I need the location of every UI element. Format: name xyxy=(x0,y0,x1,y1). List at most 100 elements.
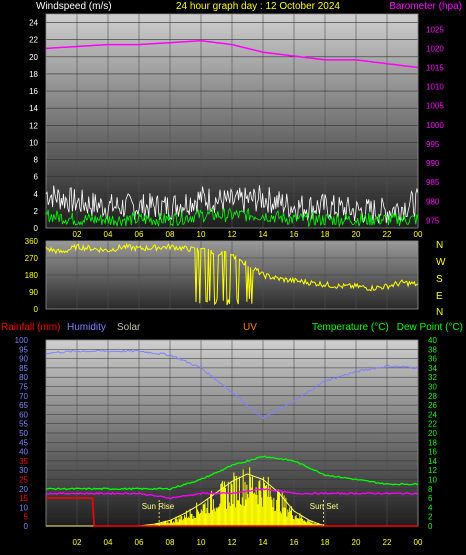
sunrise-annotation: Sun Rise xyxy=(142,502,175,511)
temperature-tick-label: 10 xyxy=(428,476,437,485)
x-tick-label: 20 xyxy=(352,538,361,547)
temperature-tick-label: 38 xyxy=(428,345,437,354)
x-tick-label: 12 xyxy=(228,230,237,239)
x-tick-label: 18 xyxy=(321,538,330,547)
wind-tick-label: 0 xyxy=(34,224,39,233)
temperature-tick-label: 8 xyxy=(428,485,433,494)
temperature-tick-label: 22 xyxy=(428,420,437,429)
temperature-tick-label: 20 xyxy=(428,429,437,438)
x-tick-label: 16 xyxy=(290,538,299,547)
x-tick-label: 14 xyxy=(259,538,268,547)
barometer-tick-label: 985 xyxy=(426,178,440,187)
x-tick-label: 04 xyxy=(104,230,113,239)
temperature-tick-label: 6 xyxy=(428,494,433,503)
barometer-tick-label: 1025 xyxy=(426,25,444,34)
wind-tick-label: 10 xyxy=(29,138,38,147)
x-tick-label: 18 xyxy=(321,230,330,239)
temperature-tick-label: 14 xyxy=(428,457,437,466)
rain-humidity-tick-label: 60 xyxy=(19,410,28,419)
direction-tick-label: 360 xyxy=(25,237,39,246)
x-tick-label: 00 xyxy=(414,230,423,239)
x-tick-label: 02 xyxy=(73,538,82,547)
temperature-tick-label: 28 xyxy=(428,392,437,401)
barometer-tick-label: 1005 xyxy=(426,102,444,111)
rain-humidity-tick-label: 55 xyxy=(19,420,28,429)
direction-tick-label: 90 xyxy=(29,288,38,297)
rainfall-legend: Rainfall (mm) xyxy=(1,322,60,333)
x-tick-label: 20 xyxy=(352,230,361,239)
solar-legend: Solar xyxy=(117,322,141,333)
rain-humidity-tick-label: 45 xyxy=(19,438,28,447)
temperature-tick-label: 32 xyxy=(428,373,437,382)
chart-title: 24 hour graph day : 12 October 2024 xyxy=(176,1,340,12)
compass-s: S xyxy=(436,274,443,285)
uv-legend: UV xyxy=(243,322,257,333)
temperature-tick-label: 12 xyxy=(428,466,437,475)
x-tick-label: 10 xyxy=(197,538,206,547)
wind-tick-label: 18 xyxy=(29,70,38,79)
compass-n-top: N xyxy=(436,240,443,251)
wind-tick-label: 24 xyxy=(29,19,38,28)
temperature-tick-label: 16 xyxy=(428,448,437,457)
wind-tick-label: 16 xyxy=(29,87,38,96)
x-tick-label: 12 xyxy=(228,538,237,547)
rain-humidity-tick-label: 70 xyxy=(19,392,28,401)
temperature-tick-label: 2 xyxy=(428,513,433,522)
x-tick-label: 08 xyxy=(166,230,175,239)
barometer-tick-label: 975 xyxy=(426,216,440,225)
barometer-tick-label: 1020 xyxy=(426,44,444,53)
direction-tick-label: 0 xyxy=(34,305,39,314)
rain-humidity-tick-label: 75 xyxy=(19,383,28,392)
rain-humidity-tick-label: 80 xyxy=(19,373,28,382)
barometer-tick-label: 980 xyxy=(426,197,440,206)
x-tick-label: 22 xyxy=(383,230,392,239)
barometer-tick-label: 1010 xyxy=(426,83,444,92)
temperature-tick-label: 18 xyxy=(428,438,437,447)
weather-graph: Windspeed (m/s) 24 hour graph day : 12 O… xyxy=(1,1,463,547)
barometer-tick-label: 990 xyxy=(426,159,440,168)
temperature-tick-label: 26 xyxy=(428,401,437,410)
wind-tick-label: 12 xyxy=(29,121,38,130)
rain-humidity-tick-label: 15 xyxy=(19,494,28,503)
barometer-tick-label: 1015 xyxy=(426,64,444,73)
windspeed-axis-label: Windspeed (m/s) xyxy=(36,1,112,12)
temperature-tick-label: 36 xyxy=(428,355,437,364)
wind-tick-label: 8 xyxy=(34,156,39,165)
x-tick-label: 16 xyxy=(290,230,299,239)
wind-tick-label: 4 xyxy=(34,190,39,199)
barometer-tick-label: 1000 xyxy=(426,121,444,130)
rain-humidity-tick-label: 90 xyxy=(19,355,28,364)
sunset-annotation: Sun Set xyxy=(310,502,339,511)
wind-tick-label: 22 xyxy=(29,36,38,45)
wind-tick-label: 14 xyxy=(29,104,38,113)
x-tick-label: 06 xyxy=(135,538,144,547)
temperature-legend: Temperature (°C) xyxy=(312,322,389,333)
compass-e: E xyxy=(436,291,443,302)
wind-tick-label: 20 xyxy=(29,53,38,62)
rain-humidity-tick-label: 65 xyxy=(19,401,28,410)
rain-humidity-tick-label: 95 xyxy=(19,345,28,354)
compass-w: W xyxy=(436,257,446,268)
wind-tick-label: 6 xyxy=(34,173,39,182)
x-tick-label: 14 xyxy=(259,230,268,239)
direction-tick-label: 180 xyxy=(25,271,39,280)
x-tick-label: 10 xyxy=(197,230,206,239)
temperature-tick-label: 30 xyxy=(428,383,437,392)
humidity-legend: Humidity xyxy=(67,322,106,333)
compass-n-bottom: N xyxy=(436,307,443,318)
rain-humidity-tick-label: 0 xyxy=(24,522,29,531)
rain-humidity-tick-label: 40 xyxy=(19,448,28,457)
x-tick-label: 08 xyxy=(166,538,175,547)
rain-humidity-tick-label: 20 xyxy=(19,485,28,494)
x-tick-label: 02 xyxy=(73,230,82,239)
temperature-tick-label: 0 xyxy=(428,522,433,531)
temperature-tick-label: 4 xyxy=(428,503,433,512)
rain-humidity-tick-label: 5 xyxy=(24,513,29,522)
x-tick-label: 04 xyxy=(104,538,113,547)
wind-tick-label: 2 xyxy=(34,207,39,216)
x-tick-label: 06 xyxy=(135,230,144,239)
direction-tick-label: 270 xyxy=(25,254,39,263)
x-tick-label: 00 xyxy=(414,538,423,547)
rain-humidity-tick-label: 100 xyxy=(15,336,29,345)
dewpoint-legend: Dew Point (°C) xyxy=(397,322,463,333)
